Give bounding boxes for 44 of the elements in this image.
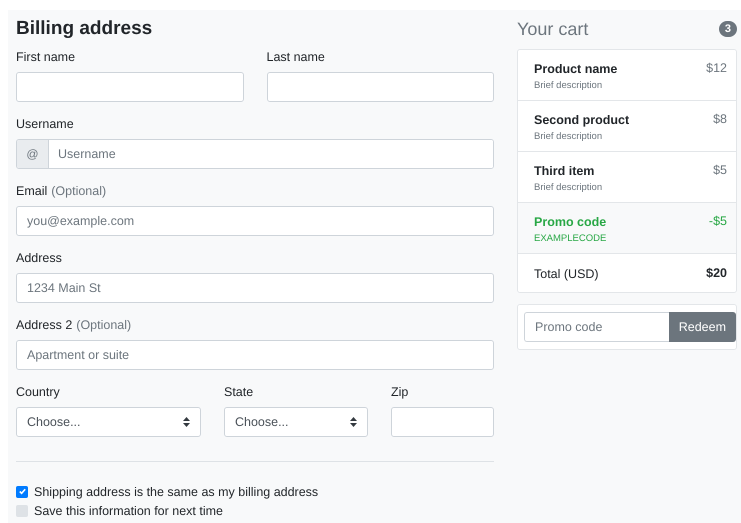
field-label: Address 2 (Optional)	[16, 317, 132, 333]
field-label: First name	[16, 49, 76, 65]
item-name: Second product	[534, 112, 630, 128]
item-description: Brief description	[534, 131, 604, 142]
cart-title: Your cart	[517, 18, 588, 41]
input-field[interactable]: you@example.com	[16, 206, 494, 236]
sort-icon	[183, 417, 190, 427]
item-description: Brief description	[534, 80, 604, 91]
field-label: Address	[16, 250, 62, 266]
item-name: Promo code	[534, 214, 606, 230]
field-label: Username	[16, 116, 74, 132]
input-field[interactable]	[391, 407, 494, 437]
section-title: Billing address	[16, 17, 154, 41]
item-price: $5	[713, 163, 727, 179]
item-name: Product name	[534, 61, 618, 77]
count-badge: 3	[718, 21, 737, 37]
checkbox-label: Shipping address is the same as my billing address	[34, 484, 318, 498]
checkbox-label: Save this information for next time	[34, 504, 223, 518]
checkbox[interactable]	[16, 504, 28, 516]
input-field[interactable]: 1234 Main St	[16, 273, 494, 303]
item-name: Total (USD)	[534, 266, 599, 282]
field-label: Last name	[266, 49, 325, 65]
field-label: State	[224, 384, 254, 400]
field-label: Email (Optional)	[16, 183, 106, 199]
at-prefix: @	[17, 140, 49, 168]
sort-icon	[350, 417, 357, 427]
promo-input[interactable]: Promo code	[524, 312, 669, 342]
item-name: Third item	[534, 163, 596, 179]
item-price: $12	[706, 61, 727, 77]
input-field[interactable]	[16, 72, 244, 102]
redeem-button[interactable]: Redeem	[668, 312, 736, 342]
checkbox[interactable]	[16, 486, 28, 498]
item-price: $8	[713, 112, 727, 128]
input-field[interactable]: @ Username	[16, 139, 494, 169]
input-field[interactable]	[266, 72, 494, 102]
dropdown[interactable]: Choose...	[16, 407, 201, 437]
item-price: -$5	[708, 214, 727, 230]
item-description: Brief description	[534, 182, 602, 193]
item-description: EXAMPLECODE	[534, 233, 606, 244]
item-price: $20	[706, 266, 727, 282]
input-field[interactable]: Apartment or suite	[16, 340, 494, 370]
field-label: Zip	[391, 384, 408, 400]
dropdown[interactable]: Choose...	[224, 407, 368, 437]
field-label: Country	[16, 384, 60, 400]
